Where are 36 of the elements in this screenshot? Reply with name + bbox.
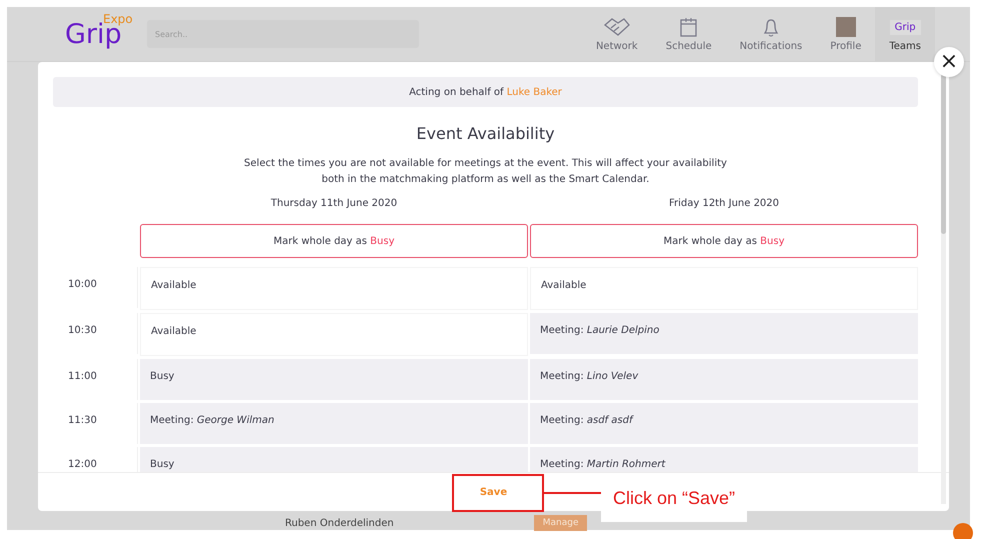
member-name: Ruben Onderdelinden [285, 518, 394, 528]
calendar-icon [678, 16, 700, 38]
mark-busy-button[interactable]: Mark whole day as Busy [530, 224, 918, 258]
busy-slot[interactable]: Busy [140, 447, 528, 472]
time-label: 11:00 [58, 359, 138, 400]
handshake-icon [602, 16, 632, 38]
nav-tab[interactable]: Grip Teams [875, 7, 935, 61]
meeting-slot[interactable]: Meeting: Lino Velev [530, 359, 918, 400]
time-label: 11:30 [58, 403, 138, 444]
time-label: 12:00 [58, 447, 138, 472]
grip-expo-logo: Grip Expo [65, 14, 131, 52]
available-slot[interactable]: Available [530, 267, 918, 310]
leader-line [544, 492, 601, 494]
nav-tab[interactable]: Profile [816, 7, 876, 61]
meeting-slot[interactable]: Meeting: George Wilman [140, 403, 528, 444]
floating-action-button[interactable] [953, 523, 973, 539]
nav-tab[interactable]: Notifications [726, 7, 816, 61]
meeting-slot[interactable]: Meeting: Martin Rohmert [530, 447, 918, 472]
nav-tab[interactable]: Schedule [652, 7, 726, 61]
busy-slot[interactable]: Busy [140, 359, 528, 400]
available-slot[interactable]: Available [140, 267, 528, 310]
description-text: Select the times you are not available for meetings at the event. This will affect your availability both in the matchmaking platform as well as the Smart Calendar. [244, 157, 727, 187]
day-heading: Friday 12th June 2020 [668, 198, 780, 211]
time-label: 10:30 [58, 313, 138, 354]
banner-text: Acting on behalf of Luke Baker [409, 86, 562, 98]
day-heading: Thursday 11th June 2020 [270, 198, 398, 211]
nav-tab[interactable]: Network [582, 7, 652, 61]
available-slot[interactable]: Available [140, 313, 528, 356]
meeting-slot[interactable]: Meeting: asdf asdf [530, 403, 918, 444]
avatar-placeholder [836, 17, 856, 37]
time-label: 10:00 [58, 267, 138, 308]
grip-logo: Grip [890, 20, 921, 34]
mark-busy-button[interactable]: Mark whole day as Busy [140, 224, 528, 258]
modal-title: Event Availability [416, 124, 555, 143]
scrollbar[interactable] [941, 74, 946, 504]
meeting-slot[interactable]: Meeting: Laurie Delpino [530, 313, 918, 354]
